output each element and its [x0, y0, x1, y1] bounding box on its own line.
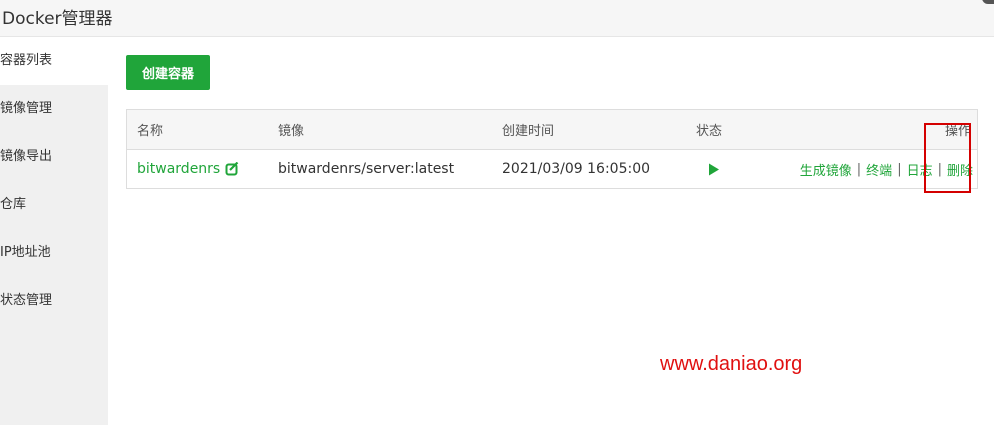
- header-created: 创建时间: [502, 124, 555, 139]
- edit-icon[interactable]: [225, 162, 239, 176]
- table-row: bitwardenrs bitwardenrs/server:latest 20…: [127, 150, 977, 188]
- title-bar: Docker管理器: [0, 0, 994, 37]
- status-cell: [696, 150, 720, 188]
- container-name-cell: bitwardenrs: [137, 150, 239, 188]
- window-title: Docker管理器: [2, 9, 113, 29]
- sidebar-item-container-list[interactable]: 容器列表: [0, 37, 108, 85]
- sidebar-item-repository[interactable]: 仓库: [0, 181, 108, 229]
- container-table: 名称 镜像 创建时间 状态 操作 bitwardenrs bitwardenrs…: [126, 109, 978, 189]
- terminal-link[interactable]: 终端: [866, 160, 892, 179]
- sidebar-item-ip-pool[interactable]: IP地址池: [0, 229, 108, 277]
- generate-image-link[interactable]: 生成镜像: [800, 160, 852, 179]
- header-image: 镜像: [278, 124, 305, 139]
- separator: |: [856, 161, 862, 177]
- watermark: www.daniao.org: [660, 353, 803, 375]
- separator: |: [897, 161, 902, 177]
- header-status: 状态: [696, 124, 723, 139]
- close-icon[interactable]: [982, 0, 994, 4]
- play-icon[interactable]: [708, 163, 720, 176]
- sidebar-item-image-management[interactable]: 镜像管理: [0, 85, 108, 133]
- container-image: bitwardenrs/server:latest: [278, 161, 455, 177]
- container-created: 2021/03/09 16:05:00: [502, 161, 651, 177]
- create-container-button[interactable]: 创建容器: [126, 55, 210, 90]
- highlight-box: [924, 123, 971, 193]
- container-name[interactable]: bitwardenrs: [137, 161, 220, 177]
- table-header: 名称 镜像 创建时间 状态 操作: [127, 110, 977, 150]
- sidebar-item-status-management[interactable]: 状态管理: [0, 277, 108, 325]
- header-name: 名称: [137, 124, 164, 139]
- sidebar-item-image-export[interactable]: 镜像导出: [0, 133, 108, 181]
- main-panel: 创建容器 名称 镜像 创建时间 状态 操作 bitwardenrs bitwar…: [108, 37, 994, 425]
- sidebar: 容器列表 镜像管理 镜像导出 仓库 IP地址池 状态管理: [0, 37, 108, 425]
